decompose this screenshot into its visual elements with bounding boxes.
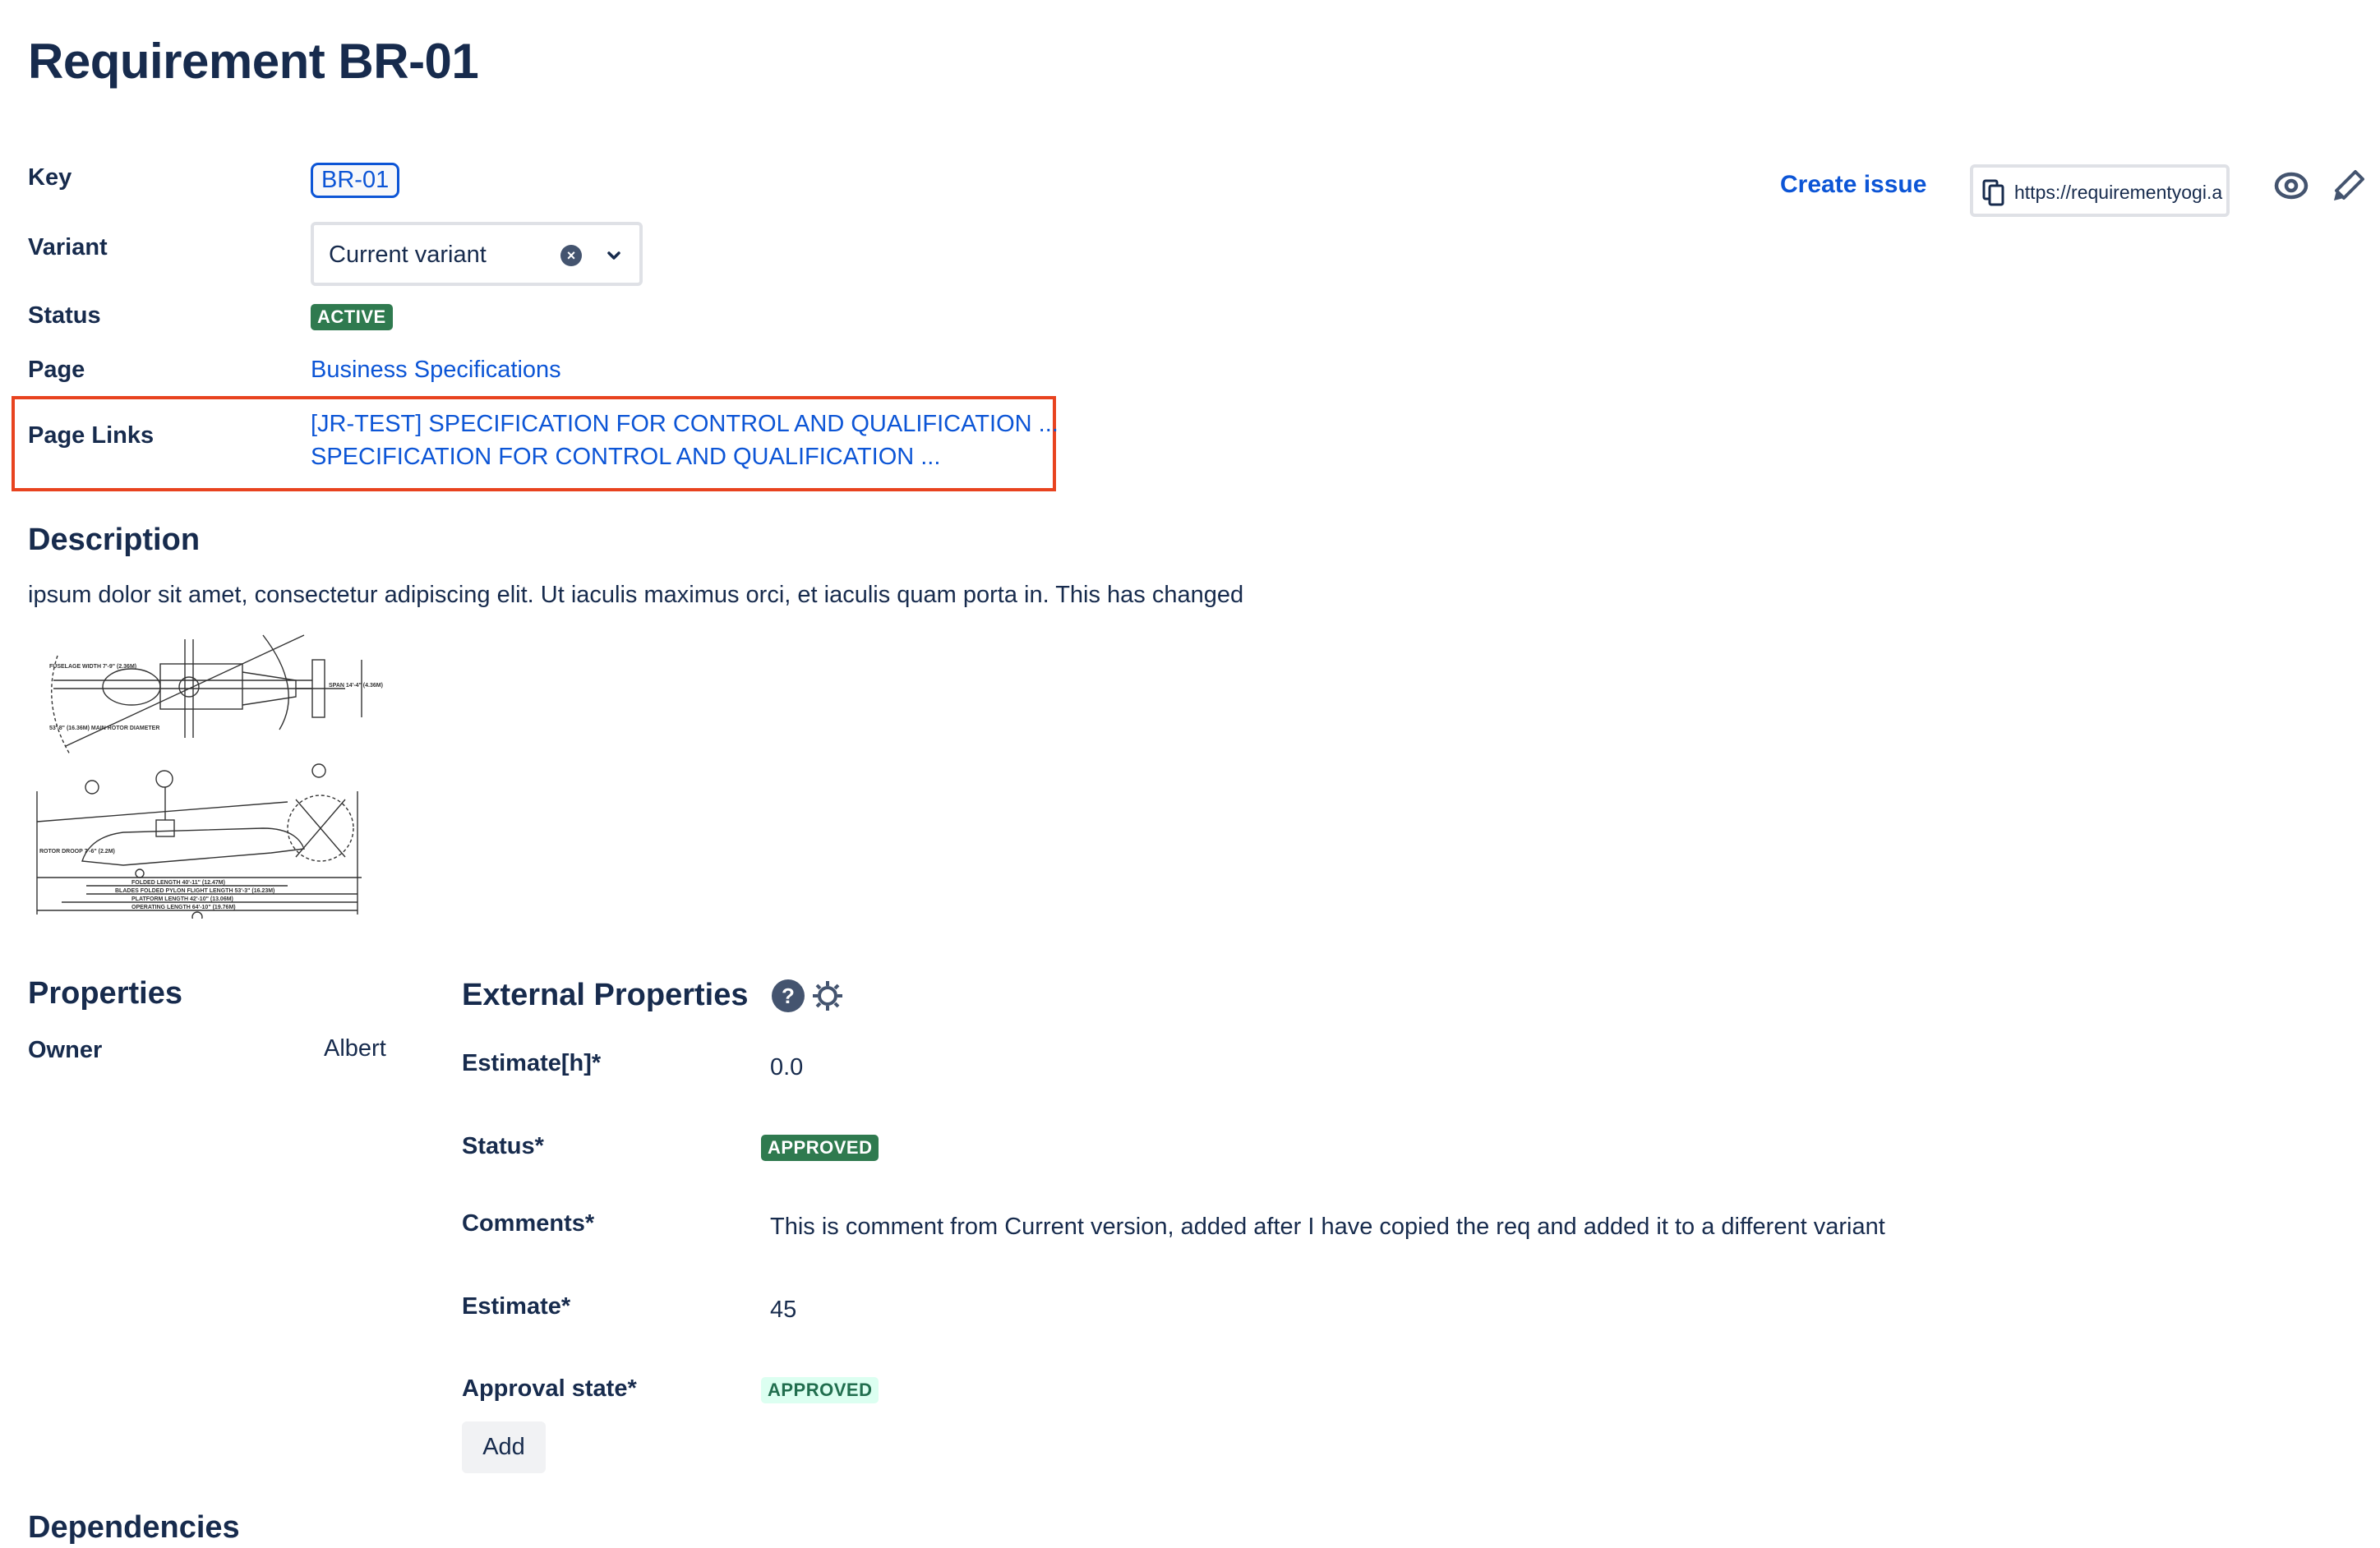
page-links-label: Page Links [28, 422, 155, 449]
drawing-label: BLADES FOLDED PYLON FLIGHT LENGTH 53'-3"… [115, 888, 274, 894]
create-issue-link[interactable]: Create issue [1780, 171, 1926, 199]
external-property-label: Estimate* [462, 1293, 571, 1320]
copy-icon[interactable] [1981, 179, 2006, 207]
status-label: Status [28, 302, 101, 329]
external-property-label: Approval state* [462, 1375, 637, 1402]
description-heading: Description [28, 523, 201, 557]
permalink-field[interactable]: https://requirementyogi.a [1970, 164, 2230, 217]
add-property-button[interactable]: Add [462, 1421, 546, 1473]
dependencies-heading: Dependencies [28, 1510, 240, 1545]
clear-icon[interactable]: × [560, 245, 582, 266]
external-property-value: 45 [770, 1297, 797, 1323]
external-property-label: Estimate[h]* [462, 1050, 602, 1076]
drawing-label: FOLDED LENGTH 40'-11" (12.47M) [131, 880, 225, 886]
drawing-label: SPAN 14'-4" (4.36M) [329, 683, 383, 689]
approval-state-badge: APPROVED [761, 1377, 879, 1403]
page-link-item[interactable]: SPECIFICATION FOR CONTROL AND QUALIFICAT… [311, 444, 940, 471]
external-status-badge: APPROVED [761, 1135, 879, 1161]
helicopter-drawing-image[interactable]: FUSELAGE WIDTH 7'-9" (2.36M) 53'-8" (16.… [33, 631, 386, 919]
property-label: Owner [28, 1037, 103, 1063]
page-label: Page [28, 357, 85, 383]
variant-select[interactable]: Current variant × [311, 222, 643, 286]
key-label: Key [28, 164, 72, 191]
drawing-label: 53'-8" (16.36M) MAIN ROTOR DIAMETER [49, 726, 159, 731]
external-property-value: 0.0 [770, 1054, 804, 1080]
property-value: Albert [324, 1035, 386, 1062]
description-text: ipsum dolor sit amet, consectetur adipis… [28, 582, 1244, 608]
variant-select-value: Current variant [329, 242, 487, 268]
help-icon[interactable]: ? [771, 979, 805, 1013]
external-property-value: This is comment from Current version, ad… [770, 1214, 1885, 1240]
external-properties-heading: External Properties [462, 978, 749, 1012]
drawing-label: FUSELAGE WIDTH 7'-9" (2.36M) [49, 664, 136, 670]
page-link[interactable]: Business Specifications [311, 357, 561, 384]
drawing-label: OPERATING LENGTH 64'-10" (19.76M) [131, 905, 236, 910]
external-property-label: Comments* [462, 1210, 595, 1237]
drawing-label: PLATFORM LENGTH 42'-10" (13.06M) [131, 896, 233, 902]
svg-text:?: ? [782, 984, 795, 1008]
drawing-label: ROTOR DROOP 7'-6" (2.2M) [39, 849, 115, 855]
eye-icon[interactable] [2273, 169, 2309, 202]
page-link-item[interactable]: [JR-TEST] SPECIFICATION FOR CONTROL AND … [311, 411, 1059, 438]
properties-heading: Properties [28, 976, 182, 1011]
variant-label: Variant [28, 234, 108, 260]
chevron-down-icon[interactable] [602, 243, 626, 268]
page-title: Requirement BR-01 [28, 34, 479, 89]
gear-icon[interactable] [810, 979, 845, 1013]
external-property-label: Status* [462, 1133, 544, 1159]
pencil-icon[interactable] [2331, 168, 2367, 204]
key-badge[interactable]: BR-01 [311, 163, 400, 198]
permalink-url: https://requirementyogi.a [2014, 182, 2223, 203]
status-badge: ACTIVE [311, 304, 393, 330]
